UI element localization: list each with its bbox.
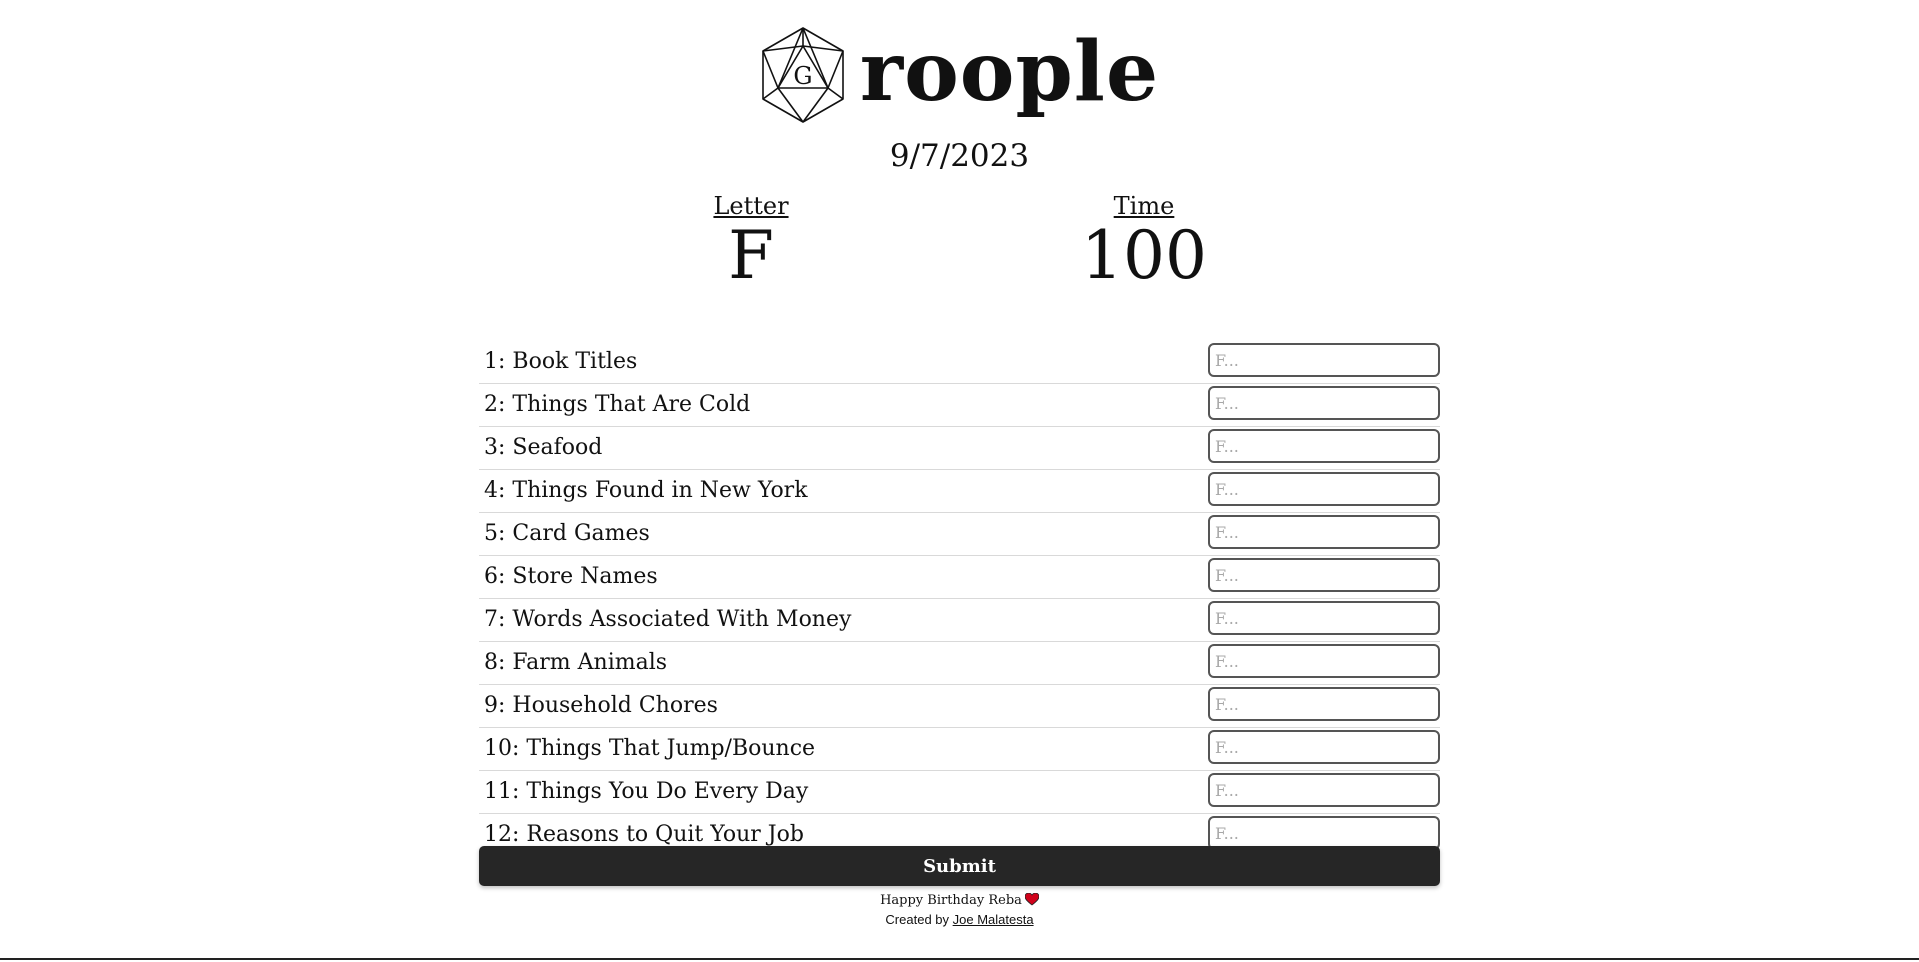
category-answer-input[interactable] xyxy=(1208,429,1440,463)
category-label: 10: Things That Jump/Bounce xyxy=(484,736,816,761)
category-label: 3: Seafood xyxy=(484,435,603,460)
category-row: 1: Book Titles xyxy=(479,342,1440,384)
category-answer-input[interactable] xyxy=(1208,386,1440,420)
category-label: 2: Things That Are Cold xyxy=(484,392,751,417)
time-stat: Time 100 xyxy=(1034,191,1254,289)
category-answer-input[interactable] xyxy=(1208,601,1440,635)
category-answer-input[interactable] xyxy=(1208,343,1440,377)
category-answer-input[interactable] xyxy=(1208,644,1440,678)
category-answer-input[interactable] xyxy=(1208,687,1440,721)
category-label: 1: Book Titles xyxy=(484,349,638,374)
puzzle-date: 9/7/2023 xyxy=(889,138,1030,174)
category-row: 5: Card Games xyxy=(479,514,1440,556)
page-bottom-border xyxy=(0,958,1919,960)
category-row: 11: Things You Do Every Day xyxy=(479,772,1440,814)
letter-value: F xyxy=(728,217,774,294)
category-label: 7: Words Associated With Money xyxy=(484,607,852,632)
category-row: 8: Farm Animals xyxy=(479,643,1440,685)
category-label: 4: Things Found in New York xyxy=(484,478,808,503)
category-answer-input[interactable] xyxy=(1208,730,1440,764)
credits-line: Created by Joe Malatesta xyxy=(0,910,1919,930)
app-header: G roople xyxy=(0,22,1919,127)
dedication-text: Happy Birthday Reba xyxy=(880,893,1022,908)
d20-die-icon: G xyxy=(762,26,844,123)
category-list: 1: Book Titles 2: Things That Are Cold 3: … xyxy=(479,342,1440,858)
category-row: 10: Things That Jump/Bounce xyxy=(479,729,1440,771)
logo-letter: G xyxy=(793,62,812,90)
dedication-line: Happy Birthday Reba xyxy=(0,892,1919,910)
submit-button[interactable]: Submit xyxy=(479,846,1440,886)
category-answer-input[interactable] xyxy=(1208,472,1440,506)
category-row: 6: Store Names xyxy=(479,557,1440,599)
category-label: 5: Card Games xyxy=(484,521,650,546)
category-label: 11: Things You Do Every Day xyxy=(484,779,809,804)
category-answer-input[interactable] xyxy=(1208,773,1440,807)
letter-stat: Letter F xyxy=(641,191,861,289)
author-link[interactable]: Joe Malatesta xyxy=(953,912,1034,927)
category-label: 6: Store Names xyxy=(484,564,658,589)
category-row: 4: Things Found in New York xyxy=(479,471,1440,513)
category-label: 8: Farm Animals xyxy=(484,650,668,675)
category-label: 9: Household Chores xyxy=(484,693,718,718)
category-row: 2: Things That Are Cold xyxy=(479,385,1440,427)
category-row: 9: Household Chores xyxy=(479,686,1440,728)
created-by-text: Created by xyxy=(885,912,950,927)
app-title: roople xyxy=(859,23,1160,120)
category-answer-input[interactable] xyxy=(1208,558,1440,592)
category-answer-input[interactable] xyxy=(1208,816,1440,850)
category-answer-input[interactable] xyxy=(1208,515,1440,549)
time-value: 100 xyxy=(1081,217,1207,294)
category-row: 7: Words Associated With Money xyxy=(479,600,1440,642)
footer: Happy Birthday Reba Created by Joe Malat… xyxy=(0,892,1919,930)
category-row: 3: Seafood xyxy=(479,428,1440,470)
heart-icon xyxy=(1024,893,1039,906)
